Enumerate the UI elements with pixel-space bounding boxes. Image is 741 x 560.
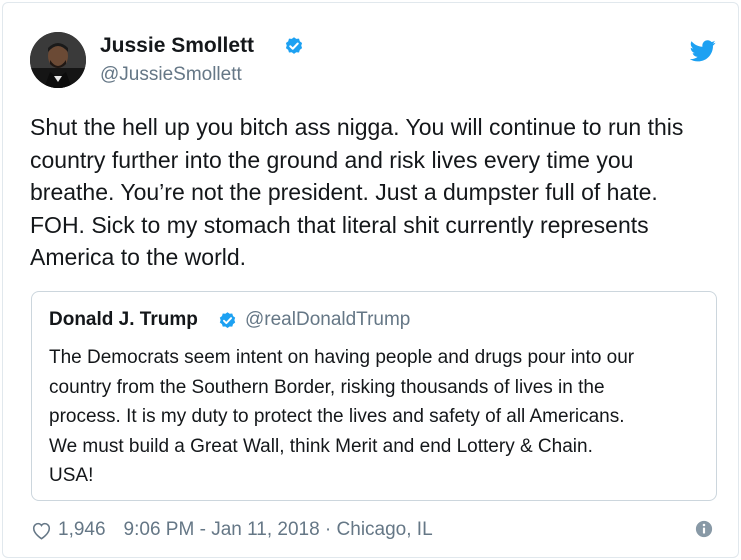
tweet-footer: 1,946 9:06 PM - Jan 11, 2018 · Chicago, … (31, 516, 433, 544)
like-count[interactable]: 1,946 (58, 519, 106, 541)
heart-icon[interactable] (31, 521, 52, 540)
tweet-text: Shut the hell up you bitch ass nigga. Yo… (30, 114, 684, 270)
author-handle[interactable]: @JussieSmollett (100, 63, 242, 87)
info-icon[interactable] (695, 520, 713, 538)
avatar[interactable] (30, 32, 86, 88)
quoted-tweet[interactable]: Donald J. Trump @realDonaldTrump The Dem… (31, 291, 717, 501)
author-name[interactable]: Jussie Smollett (100, 33, 254, 59)
quoted-tweet-text: The Democrats seem intent on having peop… (49, 347, 635, 486)
verified-badge-icon (219, 312, 236, 329)
tweet-card: Jussie Smollett @JussieSmollett Shut the… (2, 2, 739, 558)
quoted-author-name[interactable]: Donald J. Trump (49, 308, 198, 332)
quoted-author-handle[interactable]: @realDonaldTrump (245, 308, 410, 332)
twitter-bird-icon[interactable] (690, 40, 716, 62)
timestamp-location[interactable]: 9:06 PM - Jan 11, 2018 · Chicago, IL (124, 519, 433, 541)
verified-badge-icon (285, 37, 303, 54)
